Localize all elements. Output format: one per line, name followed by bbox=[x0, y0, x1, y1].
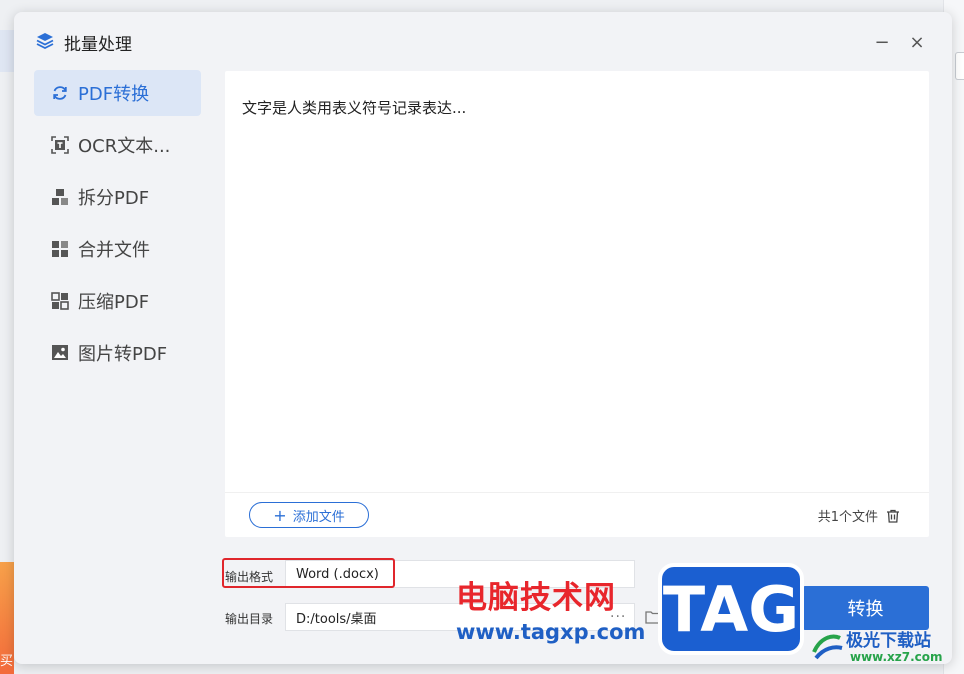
add-file-label: 添加文件 bbox=[292, 509, 345, 525]
watermark-site-name: 电脑技术网 bbox=[456, 580, 616, 616]
sidebar-item-label: 压缩PDF bbox=[78, 292, 150, 313]
split-icon bbox=[50, 187, 70, 207]
trash-icon[interactable] bbox=[886, 509, 900, 523]
sidebar-item-ocr[interactable]: OCR文本... bbox=[34, 122, 201, 168]
minimize-button[interactable]: − bbox=[872, 32, 892, 53]
sidebar-item-compress[interactable]: 压缩PDF bbox=[34, 278, 201, 324]
dialog-title: 批量处理 bbox=[64, 35, 132, 55]
file-item[interactable]: 文字是人类用表义符号记录表达... bbox=[242, 97, 466, 118]
image-icon bbox=[50, 343, 70, 363]
add-file-button[interactable]: + 添加文件 bbox=[249, 502, 369, 528]
sidebar-item-label: OCR文本... bbox=[78, 136, 171, 157]
background-app-strip bbox=[0, 30, 14, 72]
sidebar-item-split[interactable]: 拆分PDF bbox=[34, 174, 201, 220]
sidebar-item-label: PDF转换 bbox=[78, 84, 150, 105]
sidebar-item-label: 拆分PDF bbox=[78, 188, 150, 209]
watermark-tag-logo: TAG bbox=[658, 563, 804, 655]
highlight-annotation bbox=[222, 558, 395, 588]
sidebar-item-image-to-pdf[interactable]: 图片转PDF bbox=[34, 330, 201, 376]
sidebar: PDF转换 OCR文本... 拆分PDF 合并文件 压缩PDF 图片转PDF bbox=[34, 70, 201, 382]
convert-button[interactable]: 转换 bbox=[802, 586, 929, 630]
background-promo-char: 买 bbox=[0, 654, 14, 669]
sidebar-item-pdf-convert[interactable]: PDF转换 bbox=[34, 70, 201, 116]
background-input bbox=[955, 52, 964, 80]
refresh-icon bbox=[50, 83, 70, 103]
watermark-site-url: www.tagxp.com bbox=[456, 620, 646, 644]
watermark-corner: 极光下载站 www.xz7.com bbox=[810, 626, 960, 670]
watermark-corner-name: 极光下载站 bbox=[846, 631, 931, 651]
sidebar-item-merge[interactable]: 合并文件 bbox=[34, 226, 201, 272]
aurora-logo-icon bbox=[812, 634, 843, 660]
compress-icon bbox=[50, 291, 70, 311]
plus-icon: + bbox=[273, 505, 287, 525]
background-promo: 买 bbox=[0, 562, 14, 674]
sidebar-item-label: 合并文件 bbox=[78, 240, 150, 261]
merge-icon bbox=[50, 239, 70, 259]
layers-icon bbox=[36, 33, 54, 50]
sidebar-item-label: 图片转PDF bbox=[78, 344, 168, 365]
file-count-text: 共1个文件 bbox=[817, 510, 878, 525]
ocr-icon bbox=[50, 135, 70, 155]
file-count: 共1个文件 bbox=[818, 506, 900, 525]
output-dir-label: 输出目录 bbox=[225, 612, 274, 626]
file-list-footer: + 添加文件 共1个文件 bbox=[225, 492, 929, 537]
file-list-panel: 文字是人类用表义符号记录表达... + 添加文件 共1个文件 bbox=[225, 71, 929, 537]
close-button[interactable]: × bbox=[907, 32, 927, 53]
batch-dialog: 批量处理 − × PDF转换 OCR文本... 拆分PDF 合并文件 压缩PDF… bbox=[14, 12, 952, 664]
watermark-corner-url: www.xz7.com bbox=[850, 650, 943, 664]
